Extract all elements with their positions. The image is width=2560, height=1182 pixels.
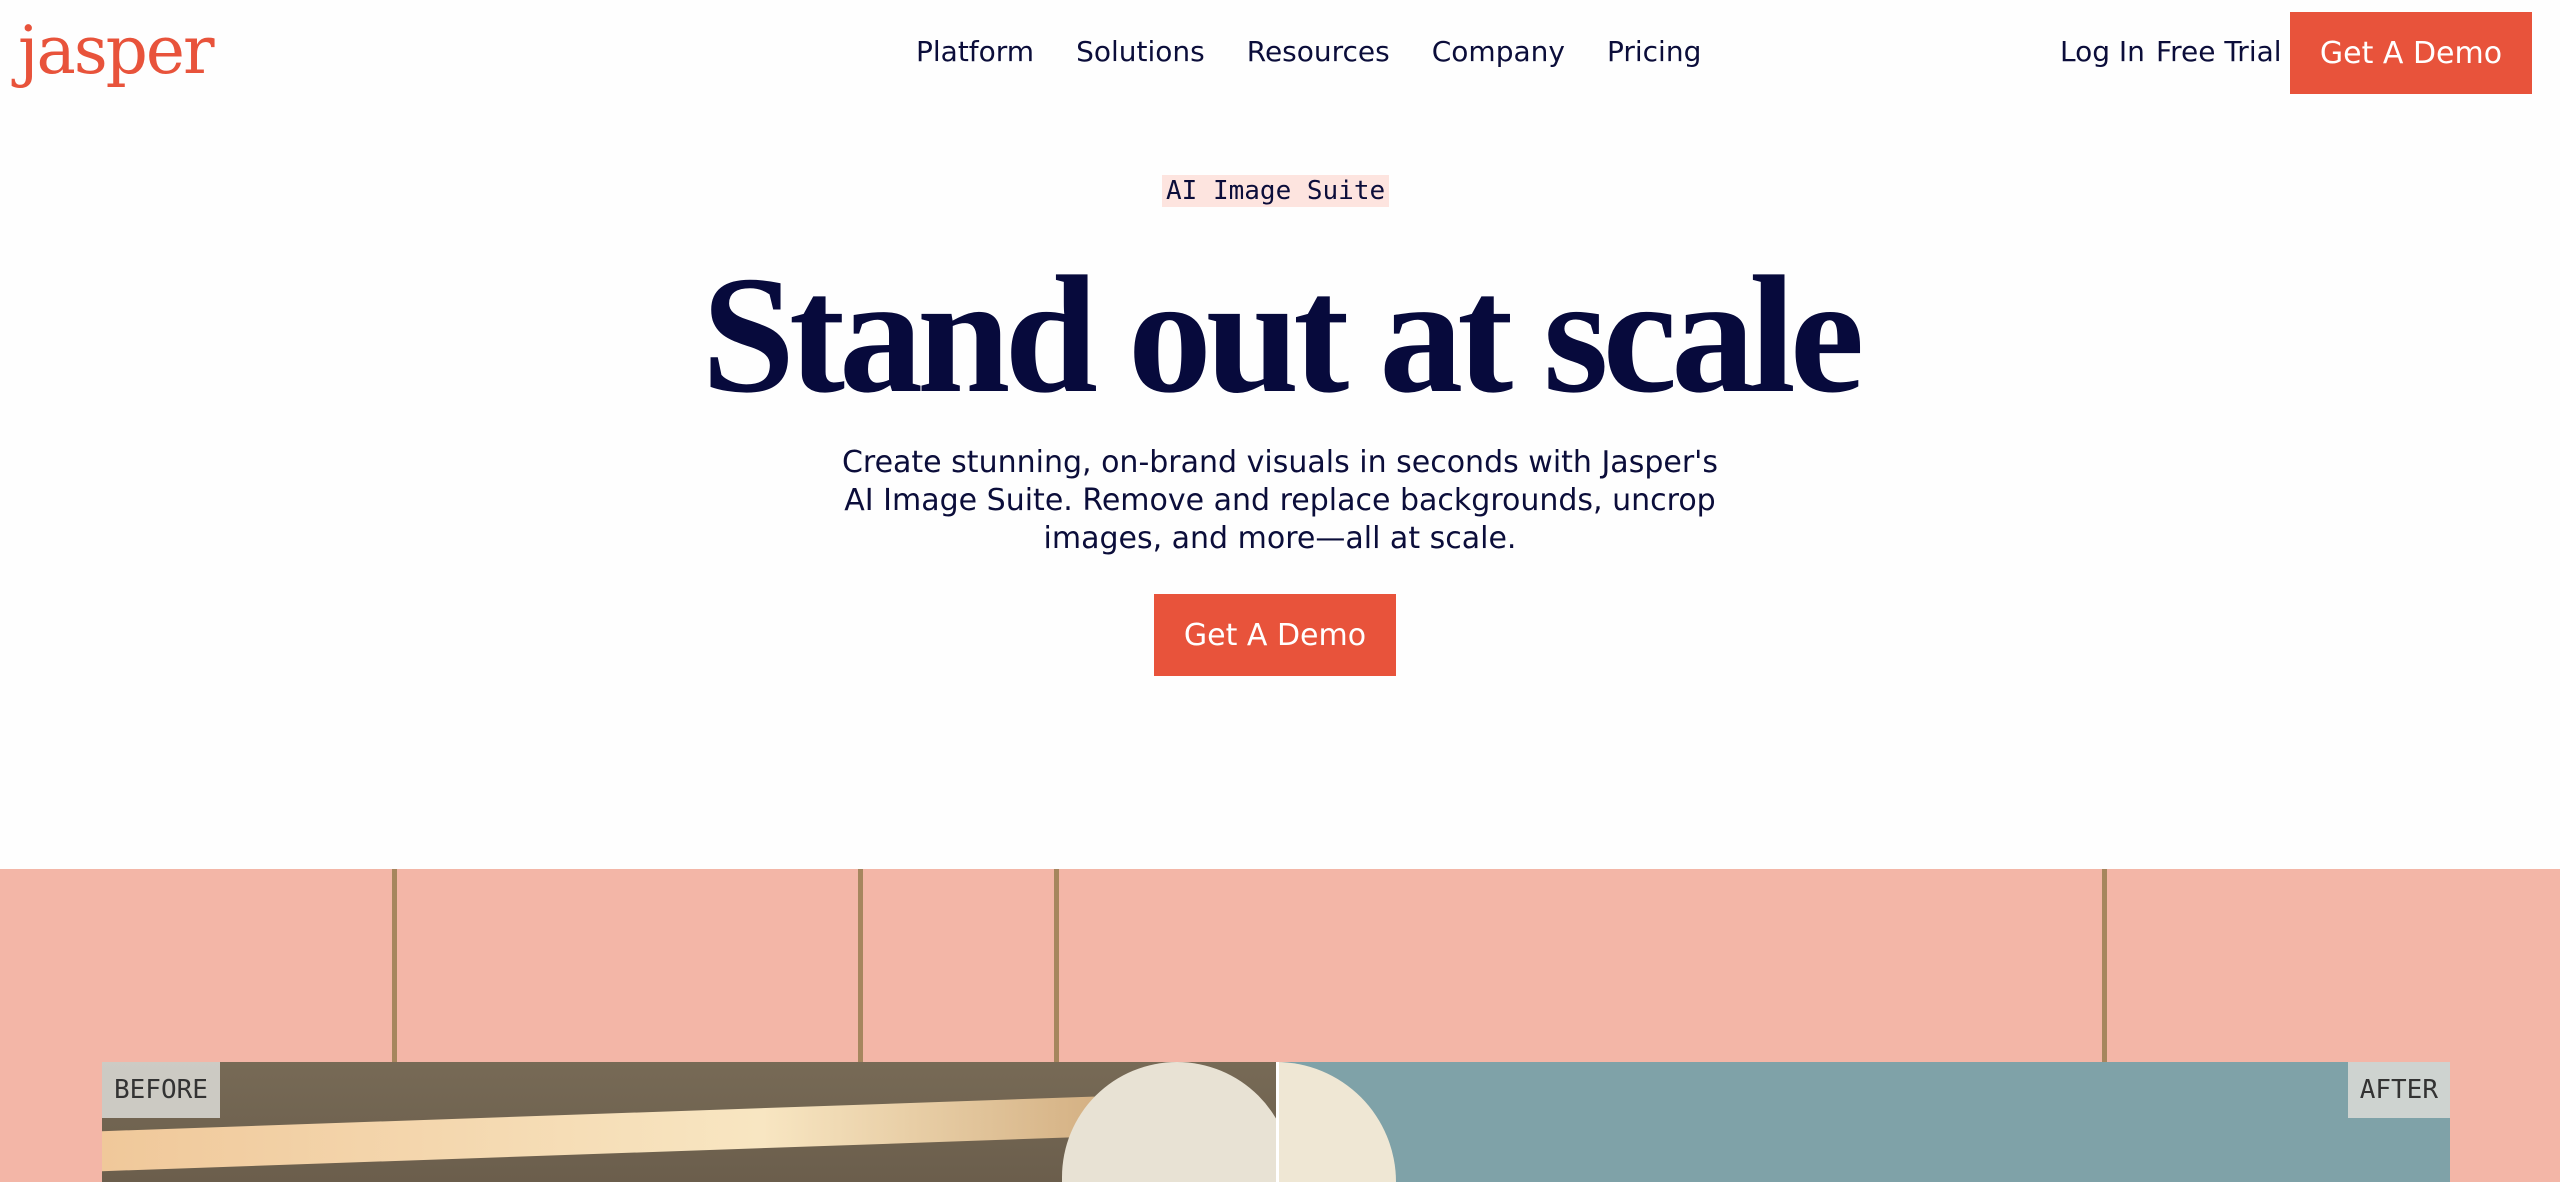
free-trial-link[interactable]: Free Trial bbox=[2156, 30, 2282, 74]
after-image-visor bbox=[1276, 1062, 1396, 1182]
nav-item-company[interactable]: Company bbox=[1432, 30, 1565, 74]
before-image-detail bbox=[102, 1092, 1202, 1172]
nav-item-solutions[interactable]: Solutions bbox=[1076, 30, 1205, 74]
before-after-showcase: BEFORE AFTER bbox=[0, 869, 2560, 1182]
background-pole bbox=[1054, 869, 1059, 1064]
hero-subtitle: Create stunning, on-brand visuals in sec… bbox=[841, 445, 1719, 556]
nav-item-platform[interactable]: Platform bbox=[916, 30, 1034, 74]
comparison-slider-handle[interactable] bbox=[1276, 1062, 1279, 1182]
background-pole bbox=[392, 869, 397, 1064]
before-label: BEFORE bbox=[102, 1062, 220, 1118]
background-pole bbox=[2102, 869, 2107, 1064]
main-nav: Platform Solutions Resources Company Pri… bbox=[916, 30, 1701, 74]
after-image bbox=[1276, 1062, 2450, 1182]
background-pole bbox=[858, 869, 863, 1064]
image-comparison[interactable]: BEFORE AFTER bbox=[102, 1062, 2450, 1182]
before-image bbox=[102, 1062, 1292, 1182]
nav-item-pricing[interactable]: Pricing bbox=[1607, 30, 1701, 74]
before-image-visor bbox=[1062, 1062, 1292, 1182]
header-get-demo-button[interactable]: Get A Demo bbox=[2290, 12, 2532, 94]
nav-item-resources[interactable]: Resources bbox=[1247, 30, 1390, 74]
after-label: AFTER bbox=[2347, 1062, 2450, 1118]
eyebrow-tag: AI Image Suite bbox=[1162, 175, 1390, 207]
hero-title: Stand out at scale bbox=[701, 242, 1865, 428]
hero-get-demo-button[interactable]: Get A Demo bbox=[1154, 594, 1396, 676]
login-link[interactable]: Log In bbox=[2060, 30, 2145, 74]
site-header: jasper Platform Solutions Resources Comp… bbox=[0, 0, 2560, 104]
jasper-logo[interactable]: jasper bbox=[18, 6, 215, 96]
